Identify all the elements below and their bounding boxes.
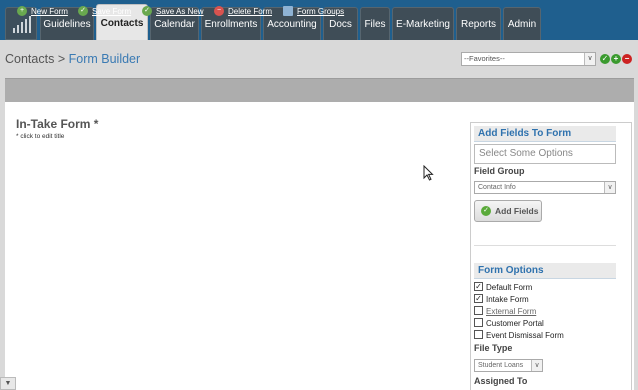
new-form-button[interactable]: + New Form <box>17 5 68 19</box>
minus-circle-icon: − <box>214 5 224 16</box>
scroll-down-icon[interactable]: ▼ <box>0 377 16 390</box>
form-groups-label: Form Groups <box>297 7 345 16</box>
save-form-label: Save Form <box>92 7 132 16</box>
customer-portal-label: Customer Portal <box>486 319 544 328</box>
external-form-option[interactable]: External Form <box>474 306 536 317</box>
delete-form-button[interactable]: − Delete Form <box>214 5 272 19</box>
checkbox-icon[interactable] <box>474 306 483 316</box>
add-fields-label: Add Fields <box>495 206 539 216</box>
breadcrumb-parent[interactable]: Contacts <box>5 52 54 66</box>
check-circle-icon: ✓ <box>142 5 152 16</box>
favorites-value: --Favorites-- <box>464 54 505 63</box>
intake-form-option[interactable]: ✓ Intake Form <box>474 294 529 305</box>
form-toolbar <box>5 78 634 102</box>
favorites-select[interactable]: --Favorites-- ∨ <box>461 52 596 66</box>
intake-form-label: Intake Form <box>486 295 529 304</box>
file-type-value: Student Loans <box>478 362 524 369</box>
check-icon[interactable]: ✓ <box>600 54 610 64</box>
plus-icon[interactable]: + <box>611 54 621 64</box>
divider <box>474 245 616 246</box>
file-type-select[interactable]: Student Loans ∨ <box>474 359 543 372</box>
event-dismissal-form-label: Event Dismissal Form <box>486 331 564 340</box>
file-type-label: File Type <box>474 343 513 353</box>
check-circle-icon: ✓ <box>78 5 88 16</box>
field-multiselect-placeholder: Select Some Options <box>479 148 573 159</box>
checkbox-icon[interactable] <box>474 318 483 328</box>
delete-form-label: Delete Form <box>228 7 273 16</box>
checkbox-icon[interactable] <box>474 330 483 340</box>
event-dismissal-form-option[interactable]: Event Dismissal Form <box>474 330 564 341</box>
minus-icon[interactable]: − <box>622 54 632 64</box>
add-fields-button[interactable]: ✓ Add Fields <box>474 200 542 222</box>
breadcrumb-current[interactable]: Form Builder <box>69 52 141 66</box>
plus-circle-icon: + <box>17 5 27 16</box>
form-groups-button[interactable]: Form Groups <box>283 5 344 19</box>
checkbox-checked-icon[interactable]: ✓ <box>474 282 483 292</box>
form-title[interactable]: In-Take Form * <box>16 117 98 131</box>
form-options-heading: Form Options <box>474 263 616 279</box>
checkbox-checked-icon[interactable]: ✓ <box>474 294 483 304</box>
check-circle-icon: ✓ <box>481 205 491 216</box>
field-group-select[interactable]: Contact Info ∨ <box>474 181 616 194</box>
default-form-label: Default Form <box>486 283 533 292</box>
add-fields-heading: Add Fields To Form <box>474 126 616 142</box>
save-as-new-button[interactable]: ✓ Save As New <box>142 5 204 19</box>
chevron-down-icon: ∨ <box>531 360 542 371</box>
form-title-hint: * click to edit title <box>16 133 65 140</box>
new-form-label: New Form <box>31 7 68 16</box>
chevron-down-icon: ∨ <box>584 53 595 65</box>
customer-portal-option[interactable]: Customer Portal <box>474 318 544 329</box>
tab-admin[interactable]: Admin <box>503 7 541 40</box>
default-form-option[interactable]: ✓ Default Form <box>474 282 532 293</box>
breadcrumb-separator: > <box>57 52 66 66</box>
breadcrumb: Contacts > Form Builder <box>5 52 140 66</box>
tab-reports[interactable]: Reports <box>456 7 501 40</box>
folder-icon <box>283 5 293 16</box>
external-form-label: External Form <box>486 307 537 316</box>
save-form-button[interactable]: ✓ Save Form <box>78 5 131 19</box>
field-multiselect[interactable]: Select Some Options <box>474 144 616 164</box>
field-group-label: Field Group <box>474 166 525 176</box>
tab-e-marketing[interactable]: E-Marketing <box>392 7 454 40</box>
field-group-value: Contact Info <box>478 184 516 191</box>
assigned-to-label: Assigned To <box>474 376 528 386</box>
save-as-new-label: Save As New <box>156 7 204 16</box>
tab-files[interactable]: Files <box>360 7 390 40</box>
chevron-down-icon: ∨ <box>604 182 615 193</box>
mouse-cursor-icon <box>423 165 434 181</box>
